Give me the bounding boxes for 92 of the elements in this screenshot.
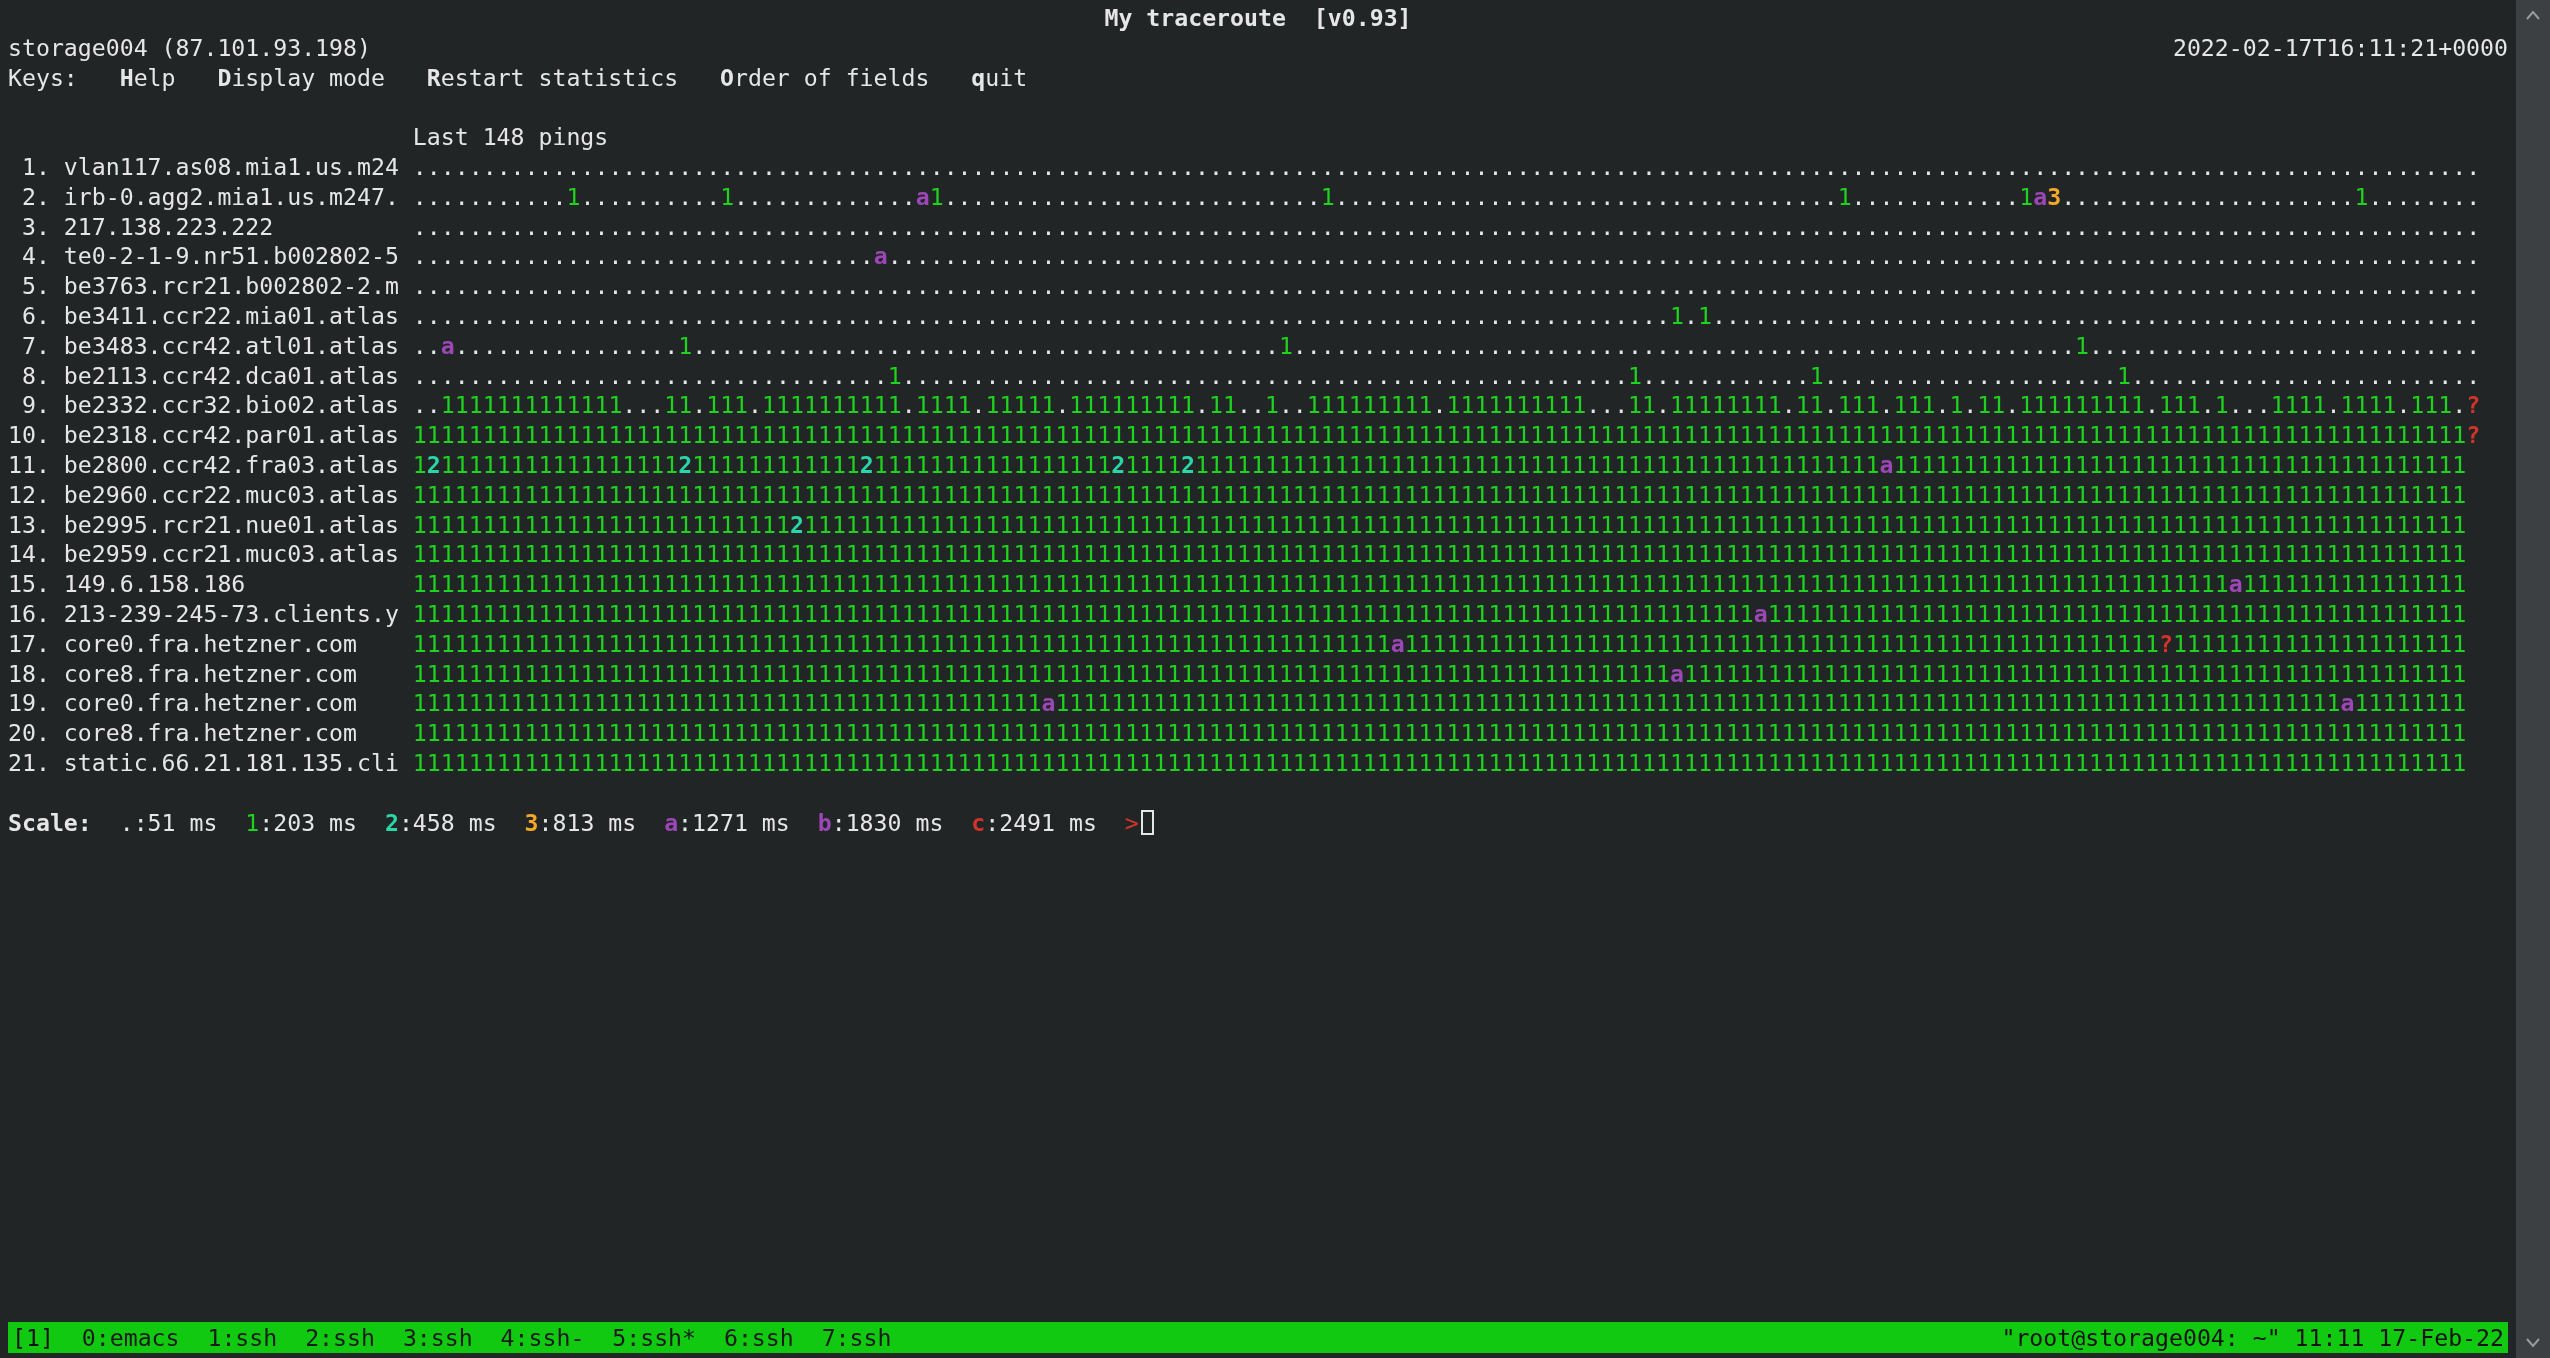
scale-label: Scale:	[8, 807, 92, 838]
key-hint[interactable]: Display mode	[217, 62, 385, 93]
ping-history: 1111111111111111111111111111111111111111111111111111111111111111111111111111111111111111111111111111111111111111111111111111111111a1111111111111111	[412, 569, 2467, 599]
ping-history: ..a................1..........................................1........................................................1............................	[412, 330, 2481, 361]
hop-number: 9.	[20, 390, 51, 421]
hop-number: 6.	[20, 300, 51, 331]
hop-host: be2959.ccr21.muc03.atlas	[63, 540, 399, 568]
hop-host: be2960.ccr22.muc03.atlas	[63, 480, 399, 508]
ping-history: .................................a..................................................................................................................	[412, 241, 2481, 272]
ping-history: ..................................1....................................................1............1.....................1.........................	[412, 360, 2481, 391]
hop-host: be3411.ccr22.mia01.atlas	[63, 301, 399, 329]
window-tab[interactable]: 2:ssh	[305, 1322, 375, 1353]
key-hint[interactable]: Help	[119, 62, 176, 93]
hop-number: 1.	[20, 152, 51, 182]
hop-number: 10.	[8, 420, 51, 450]
hop-host: vlan117.as08.mia1.us.m24	[63, 153, 399, 180]
window-tab[interactable]: 1:ssh	[207, 1322, 278, 1353]
hop-host: irb-0.agg2.mia1.us.m247.	[63, 182, 399, 210]
hop-host: be3763.rcr21.b002802-2.m	[63, 272, 399, 300]
hop-number: 7.	[20, 330, 51, 361]
hop-number: 16.	[8, 598, 51, 629]
scale-item: 3:813 ms	[524, 807, 637, 838]
window-tab[interactable]: 7:ssh	[821, 1322, 892, 1353]
ping-history: ..........................................................................................1.1.......................................................	[412, 300, 2481, 331]
hop-host: 213-239-245-73.clients.y	[63, 599, 399, 627]
window-tab[interactable]: 0:emacs	[81, 1322, 180, 1353]
hop-number: 2.	[20, 181, 51, 212]
host-label: storage004 (87.101.93.198)	[8, 32, 371, 63]
ping-history: ..1111111111111...11.111.1111111111.1111.11111.111111111.11..1..111111111.1111111111...11.11111111.11.111.111.1.11.111111111.111.1...1111.1111.111.?	[412, 390, 2481, 421]
hop-host: static.66.21.181.135.cli	[63, 748, 399, 776]
hop-host: be3483.ccr42.atl01.atlas	[63, 331, 399, 359]
scale-item: b:1830 ms	[817, 807, 944, 838]
hop-host: core0.fra.hetzner.com	[63, 629, 357, 657]
ping-history: 111111111111111111111111111111111111111111111111111111111111111111111111111111111111111111111111111111111111111111111111111111111111111111111111111	[412, 479, 2467, 510]
hop-host: core0.fra.hetzner.com	[63, 689, 357, 717]
pings-header: Last 148 pings	[412, 122, 609, 152]
ping-history: 111111111111111111111111111111111111111111111111111111111111111111111111111111111111111111111111111111111111111111111111111111111111111111111111111?	[412, 420, 2481, 450]
ping-history: 111111111111111111111111111111111111111111111111111111111111111111111111111111111111111111a11111111111111111111111111111111111111111111111111111111	[412, 658, 2467, 689]
hop-number: 15.	[8, 569, 51, 599]
hop-host: core8.fra.hetzner.com	[63, 659, 357, 687]
scale-item: 2:458 ms	[384, 807, 497, 838]
window-title: My traceroute [v0.93]	[1104, 3, 1412, 33]
window-tab[interactable]: 6:ssh	[723, 1322, 794, 1353]
ping-history: 111111111111111111111111111111111111111111111111111111111111111111111111111111111111111111111111111111111111111111111111111111111111111111111111111	[412, 747, 2467, 778]
hop-number: 17.	[8, 628, 51, 659]
hop-number: 8.	[20, 360, 51, 391]
ping-history: 111111111111111111111111111111111111111111111a11111111111111111111111111111111111111111111111111111111111111111111111111111111111111111111a11111111	[412, 688, 2467, 719]
hop-number: 3.	[20, 211, 51, 242]
keys-label: Keys:	[8, 62, 78, 93]
window-tab[interactable]: 4:ssh-	[500, 1322, 585, 1353]
session-label: [1]	[12, 1323, 54, 1353]
hop-host: be2318.ccr42.par01.atlas	[63, 421, 399, 449]
hop-number: 20.	[8, 718, 51, 748]
hop-number: 18.	[8, 658, 51, 689]
key-hint[interactable]: Restart statistics	[426, 62, 679, 93]
ping-history: 111111111111111111111111111111111111111111111111111111111111111111111111111111111111111111111111111111111111111111111111111111111111111111111111111	[412, 539, 2467, 570]
hop-host: be2800.ccr42.fra03.atlas	[63, 450, 399, 478]
hop-number: 13.	[8, 509, 51, 540]
ping-history: 111111111111111111111111111111111111111111111111111111111111111111111111111111111111111111111111111111111111111111111111111111111111111111111111111	[412, 718, 2467, 748]
ping-history: ...........1..........1.............a1...........................1....................................1............1a3.....................1........	[412, 181, 2481, 212]
hop-host: be2332.ccr32.bio02.atlas	[63, 391, 399, 419]
ping-history: 111111111111111111111111111211111111111111111111111111111111111111111111111111111111111111111111111111111111111111111111111111111111111111111111111	[412, 509, 2467, 540]
hop-number: 14.	[8, 539, 51, 570]
hop-number: 19.	[8, 688, 51, 719]
ping-history: 111111111111111111111111111111111111111111111111111111111111111111111111111111111111111111111111a11111111111111111111111111111111111111111111111111	[412, 598, 2467, 629]
window-tab[interactable]: 3:ssh	[402, 1322, 473, 1353]
key-hint[interactable]: quit	[971, 62, 1028, 93]
key-hint[interactable]: Order of fields	[720, 62, 930, 93]
ping-history: 121111111111111111121111111111112111111111111111112111121111111111111111111111111111111111111111111111111a11111111111111111111111111111111111111111	[412, 449, 2467, 480]
hop-host: 217.138.223.222	[63, 212, 274, 240]
hop-number: 21.	[8, 747, 51, 778]
hop-number: 11.	[8, 449, 51, 480]
ping-history: ....................................................................................................................................................	[412, 271, 2481, 301]
scale-item: 1:203 ms	[245, 807, 357, 838]
hop-number: 4.	[20, 241, 51, 272]
window-tab[interactable]: 5:ssh*	[612, 1322, 697, 1353]
hop-host: be2113.ccr42.dca01.atlas	[63, 361, 399, 389]
scale-item: c:2491 ms	[971, 807, 1097, 838]
ping-history: 1111111111111111111111111111111111111111111111111111111111111111111111a111111111111111111111111111111111111111111111111111111?111111111111111111111	[412, 628, 2467, 659]
hop-number: 12.	[8, 479, 51, 510]
status-info: "root@storage004: ~" 11:11 17-Feb-22	[2001, 1323, 2504, 1353]
hop-number: 5.	[20, 271, 51, 301]
hop-host: core8.fra.hetzner.com	[63, 719, 357, 747]
hop-host: 149.6.158.186	[63, 570, 246, 598]
scale-item: .:51 ms	[119, 807, 218, 838]
prompt: >	[1124, 807, 1139, 838]
hop-host: be2995.rcr21.nue01.atlas	[63, 510, 399, 538]
ping-history: ....................................................................................................................................................	[412, 211, 2481, 242]
ping-history: ....................................................................................................................................................	[412, 152, 2481, 182]
scale-item: a:1271 ms	[664, 807, 790, 838]
hop-host: te0-2-1-9.nr51.b002802-5	[63, 242, 399, 270]
timestamp: 2022-02-17T16:11:21+0000	[2172, 32, 2508, 63]
